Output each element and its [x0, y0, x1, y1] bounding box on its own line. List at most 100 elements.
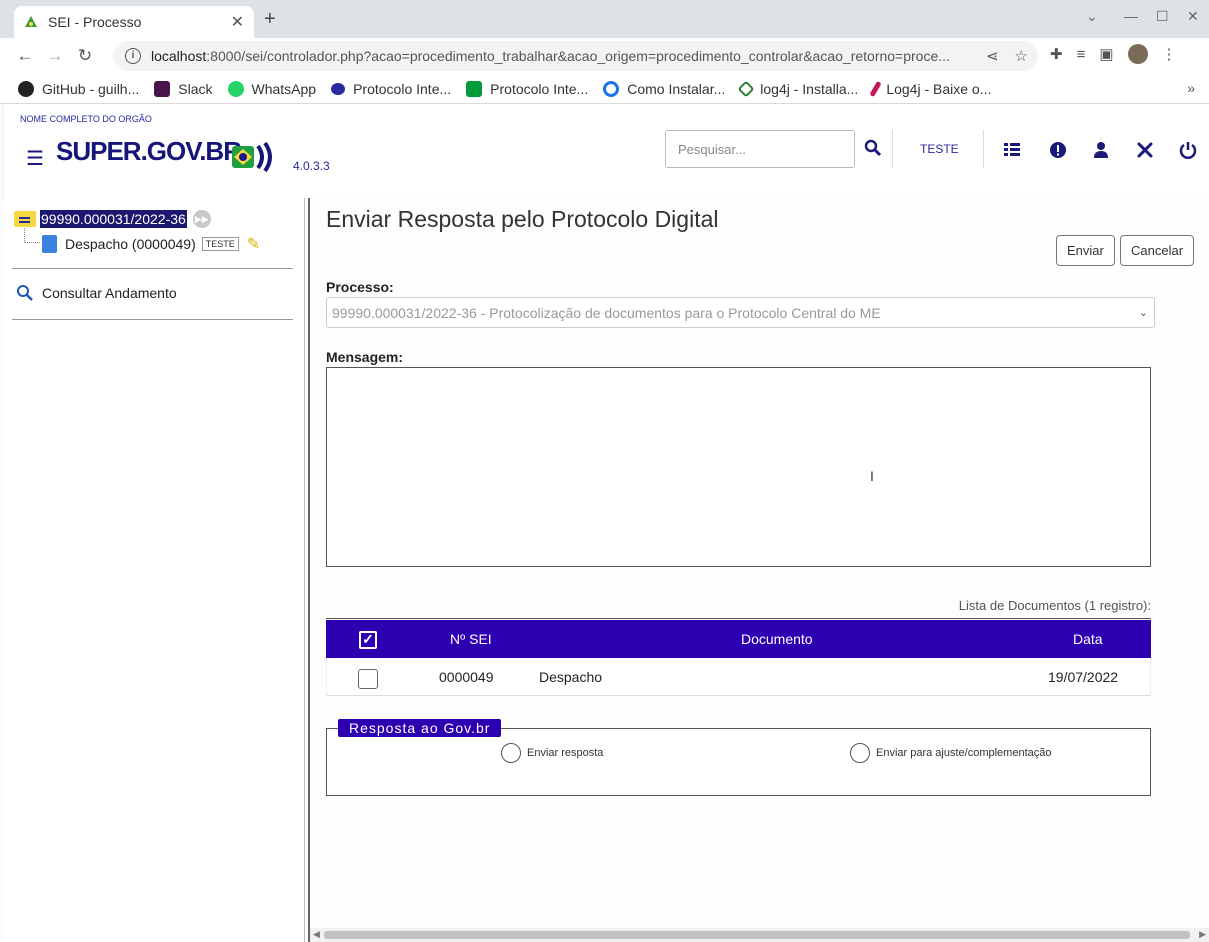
back-icon[interactable]: ←: [10, 46, 40, 66]
org-name: NOME COMPLETO DO ORGÃO: [20, 114, 152, 124]
radio-label: Enviar resposta: [527, 747, 604, 759]
page-title: Enviar Resposta pelo Protocolo Digital: [326, 206, 719, 232]
bookmark-item[interactable]: Protocolo Inte...: [331, 81, 451, 97]
bookmarks-more-icon[interactable]: »: [1187, 80, 1195, 96]
protocolo-icon: [331, 82, 346, 95]
user-icon[interactable]: [1091, 140, 1111, 160]
site-info-icon[interactable]: i: [125, 48, 141, 64]
tab-close-icon[interactable]: ✕: [231, 12, 244, 32]
tab-title: SEI - Processo: [48, 14, 142, 30]
app-header: NOME COMPLETO DO ORGÃO ☰ SUPER.GOV.BR 4.…: [4, 104, 1209, 198]
divider: [12, 319, 293, 320]
radio-send-response[interactable]: Enviar resposta: [501, 743, 603, 763]
bookmark-star-icon[interactable]: ☆: [1015, 47, 1028, 65]
address-bar[interactable]: i localhost:8000/sei/controlador.php?aca…: [113, 41, 1038, 71]
browser-tab[interactable]: SEI - Processo ✕: [14, 6, 254, 38]
tools-icon[interactable]: [1135, 140, 1155, 160]
horizontal-scrollbar[interactable]: ◀ ▶: [310, 928, 1209, 942]
bookmark-item[interactable]: Slack: [154, 80, 213, 97]
browser-menu-icon[interactable]: ⋮: [1162, 45, 1177, 63]
version-label: 4.0.3.3: [293, 159, 330, 173]
response-fieldset: Resposta ao Gov.br Enviar resposta Envia…: [326, 719, 1151, 796]
select-all-checkbox[interactable]: ✓: [359, 631, 377, 649]
extension-icons: ✚ ≡ ▣ ⋮: [1050, 44, 1177, 64]
window-close-icon[interactable]: ✕: [1187, 8, 1199, 25]
bookmark-item[interactable]: GitHub - guilh...: [18, 80, 139, 97]
tab-search-icon[interactable]: ⌄: [1086, 8, 1098, 25]
process-tree-panel: 99990.000031/2022-36 ▶▶ Despacho (000004…: [4, 198, 304, 942]
power-icon[interactable]: [1178, 140, 1198, 160]
fast-forward-icon[interactable]: ▶▶: [192, 210, 211, 228]
document-node[interactable]: Despacho (0000049) TESTE ✎: [42, 234, 260, 254]
bookmark-item[interactable]: Log4j - Baixe o...: [869, 80, 991, 97]
documents-table: ✓ Nº SEI Documento Data 0000049 Despacho…: [326, 618, 1151, 696]
bookmark-item[interactable]: Como Instalar...: [603, 80, 725, 97]
process-select[interactable]: 99990.000031/2022-36 - Protocolização de…: [326, 297, 1155, 328]
cell-sei: 0000049: [439, 669, 494, 685]
gov-br-logo-icon: [232, 141, 272, 173]
column-header-documento: Documento: [741, 631, 813, 647]
grid-menu-icon[interactable]: [1002, 140, 1022, 160]
unit-selector[interactable]: TESTE: [920, 142, 959, 156]
magnifier-icon: [17, 285, 33, 301]
header-divider: [983, 130, 984, 168]
hamburger-menu-icon[interactable]: ☰: [26, 146, 44, 171]
share-icon[interactable]: ⋖: [986, 47, 999, 65]
cell-documento: Despacho: [539, 669, 603, 685]
scrollbar-thumb[interactable]: [324, 931, 1190, 939]
bookmark-item[interactable]: Protocolo Inte...: [466, 80, 588, 97]
maximize-icon[interactable]: ☐: [1156, 8, 1169, 25]
media-queue-icon[interactable]: ≡: [1077, 46, 1086, 63]
address-bar-row: ← → ↻ i localhost:8000/sei/controlador.p…: [0, 38, 1209, 74]
github-icon: [18, 80, 34, 97]
pen-icon[interactable]: ✎: [247, 234, 260, 254]
cell-data: 19/07/2022: [1048, 669, 1119, 685]
process-number[interactable]: 99990.000031/2022-36: [40, 210, 187, 228]
scroll-right-icon[interactable]: ▶: [1199, 929, 1206, 940]
consult-label: Consultar Andamento: [42, 285, 177, 301]
radio-circle[interactable]: [850, 743, 870, 763]
document-label[interactable]: Despacho (0000049): [65, 236, 196, 252]
tree-connector: [24, 228, 40, 243]
alert-icon[interactable]: [1048, 140, 1068, 160]
side-panel-icon[interactable]: ▣: [1099, 45, 1113, 63]
brazil-flag-icon: [466, 80, 483, 97]
bookmarks-bar: GitHub - guilh... Slack WhatsApp Protoco…: [0, 74, 1209, 104]
radio-send-adjustment[interactable]: Enviar para ajuste/complementação: [850, 743, 1051, 763]
bookmark-item[interactable]: WhatsApp: [227, 80, 316, 97]
search-input[interactable]: [665, 130, 855, 168]
unit-tag: TESTE: [201, 237, 239, 251]
url-path: :8000/sei/controlador.php?acao=procedime…: [206, 48, 950, 64]
documents-list-caption: Lista de Documentos (1 registro):: [958, 598, 1151, 613]
super-logo[interactable]: SUPER.GOV.BR: [56, 136, 242, 167]
message-label: Mensagem:: [326, 349, 404, 365]
scroll-left-icon[interactable]: ◀: [313, 929, 320, 940]
log4j-icon: [737, 80, 755, 97]
cancel-button[interactable]: Cancelar: [1120, 235, 1195, 266]
table-header: ✓ Nº SEI Documento Data: [326, 620, 1151, 658]
minimize-icon[interactable]: —: [1124, 8, 1138, 24]
main-content: Enviar Resposta pelo Protocolo Digital E…: [310, 198, 1209, 928]
instalar-icon: [603, 80, 620, 97]
reload-icon[interactable]: ↻: [70, 46, 100, 66]
process-node[interactable]: 99990.000031/2022-36 ▶▶: [14, 210, 211, 228]
browser-tabbar: SEI - Processo ✕ + ⌄ — ☐ ✕: [0, 0, 1209, 38]
column-header-data: Data: [1073, 631, 1103, 647]
fieldset-legend: Resposta ao Gov.br: [338, 719, 502, 737]
forward-icon[interactable]: →: [40, 46, 70, 66]
extensions-puzzle-icon[interactable]: ✚: [1050, 45, 1063, 63]
row-checkbox[interactable]: [358, 669, 378, 689]
bookmark-item[interactable]: log4j - Installa...: [737, 80, 858, 97]
new-tab-icon[interactable]: +: [264, 8, 276, 31]
document-icon: [42, 235, 57, 253]
profile-avatar[interactable]: [1127, 44, 1148, 64]
slack-icon: [154, 80, 171, 97]
divider: [12, 268, 293, 269]
send-button[interactable]: Enviar: [1056, 235, 1115, 266]
radio-circle[interactable]: [501, 743, 521, 763]
message-textarea[interactable]: [326, 367, 1151, 567]
search-icon[interactable]: [864, 139, 882, 157]
whatsapp-icon: [227, 80, 244, 97]
consult-progress-link[interactable]: Consultar Andamento: [16, 284, 177, 302]
column-header-sei: Nº SEI: [450, 631, 492, 647]
